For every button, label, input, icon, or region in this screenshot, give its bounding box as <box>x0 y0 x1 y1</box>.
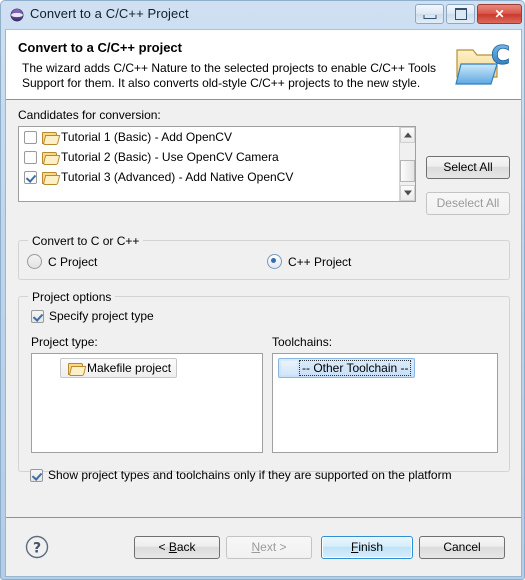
list-item[interactable]: Tutorial 1 (Basic) - Add OpenCV <box>19 127 400 147</box>
page-description-line2: Support for them. It also converts old-s… <box>22 76 421 90</box>
candidate-checkbox-1[interactable] <box>24 150 37 164</box>
svg-text:?: ? <box>33 541 41 557</box>
folder-icon <box>42 131 61 145</box>
checkbox-indicator <box>31 309 44 323</box>
wizard-body: Candidates for conversion: Tutorial 1 (B… <box>6 100 521 516</box>
scrollbar-thumb[interactable] <box>400 160 415 182</box>
show-supported-checkbox[interactable]: Show project types and toolchains only i… <box>30 468 452 482</box>
radio-cpp-project-label: C++ Project <box>288 254 352 269</box>
candidate-label-2: Tutorial 3 (Advanced) - Add Native OpenC… <box>61 170 294 184</box>
candidate-label-0: Tutorial 1 (Basic) - Add OpenCV <box>61 130 232 144</box>
list-item[interactable]: -- Other Toolchain -- <box>278 358 416 378</box>
candidates-label: Candidates for conversion: <box>18 108 161 122</box>
cancel-button[interactable]: Cancel <box>419 536 505 559</box>
back-button[interactable]: < Back <box>134 536 220 559</box>
page-title: Convert to a C/C++ project <box>18 40 182 55</box>
scroll-up-button[interactable] <box>400 127 415 143</box>
page-description: The wizard adds C/C++ Nature to the sele… <box>22 61 442 91</box>
chevron-up-icon <box>403 132 412 138</box>
list-item[interactable]: Tutorial 2 (Basic) - Use OpenCV Camera <box>19 147 400 167</box>
dialog-footer: ? < Back Next > Finish Cancel <box>6 517 521 576</box>
close-icon: ✕ <box>494 7 505 21</box>
maximize-icon <box>454 8 467 20</box>
folder-icon <box>42 171 61 185</box>
specify-project-type-label: Specify project type <box>49 309 154 323</box>
window-controls: ✕ <box>415 4 522 24</box>
toolchain-icon <box>281 361 297 375</box>
toolchains-list[interactable]: -- Other Toolchain -- <box>272 353 498 453</box>
minimize-icon <box>423 15 436 20</box>
convert-type-group-title: Convert to C or C++ <box>28 234 144 248</box>
radio-c-project-label: C Project <box>48 254 98 269</box>
maximize-button[interactable] <box>446 4 475 24</box>
c-project-folder-icon: C <box>455 41 510 85</box>
project-options-group-title: Project options <box>28 290 116 304</box>
candidate-label-1: Tutorial 2 (Basic) - Use OpenCV Camera <box>61 150 279 164</box>
dialog-window: Convert to a C/C++ Project ✕ Convert to … <box>0 0 525 580</box>
title-bar: Convert to a C/C++ Project ✕ <box>1 1 525 29</box>
radio-indicator <box>27 254 42 269</box>
checkbox-indicator <box>30 468 43 482</box>
list-item[interactable]: Tutorial 3 (Advanced) - Add Native OpenC… <box>19 167 400 187</box>
project-type-label: Project type: <box>31 335 98 349</box>
candidates-list[interactable]: Tutorial 1 (Basic) - Add OpenCV Tutorial… <box>18 126 416 202</box>
show-supported-label: Show project types and toolchains only i… <box>48 468 452 482</box>
list-item[interactable]: Makefile project <box>60 358 178 378</box>
project-type-item-label: Makefile project <box>87 361 172 375</box>
radio-indicator <box>267 254 282 269</box>
scroll-down-button[interactable] <box>400 185 415 201</box>
project-options-group: Project options Specify project type Pro… <box>18 290 510 472</box>
wizard-header: Convert to a C/C++ project The wizard ad… <box>6 30 521 100</box>
minimize-button[interactable] <box>415 4 444 24</box>
radio-c-project[interactable]: C Project <box>27 254 97 269</box>
toolchain-item-label: -- Other Toolchain -- <box>299 360 412 376</box>
chevron-down-icon <box>403 190 412 196</box>
candidate-checkbox-2[interactable] <box>24 170 37 184</box>
deselect-all-button[interactable]: Deselect All <box>426 192 510 215</box>
page-description-line1: The wizard adds C/C++ Nature to the sele… <box>22 61 437 75</box>
folder-icon <box>42 151 61 165</box>
project-type-list[interactable]: Makefile project <box>31 353 263 453</box>
specify-project-type-checkbox[interactable]: Specify project type <box>31 309 154 323</box>
help-question-icon[interactable]: ? <box>24 534 50 560</box>
dialog-content: Convert to a C/C++ project The wizard ad… <box>5 29 522 577</box>
convert-type-group: Convert to C or C++ C Project C++ Projec… <box>18 234 510 280</box>
candidates-scrollbar[interactable] <box>399 127 415 201</box>
radio-cpp-project[interactable]: C++ Project <box>267 254 351 269</box>
select-all-button[interactable]: Select All <box>426 156 510 179</box>
toolchains-label: Toolchains: <box>272 335 333 349</box>
window-title: Convert to a C/C++ Project <box>30 6 189 21</box>
finish-button[interactable]: Finish <box>321 536 413 559</box>
candidate-checkbox-0[interactable] <box>24 130 37 144</box>
eclipse-sphere-icon <box>10 8 24 22</box>
close-button[interactable]: ✕ <box>477 4 522 24</box>
next-button[interactable]: Next > <box>226 536 312 559</box>
folder-icon <box>68 362 87 376</box>
